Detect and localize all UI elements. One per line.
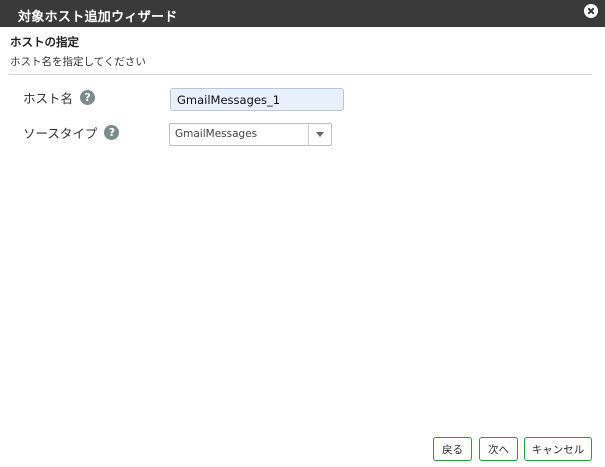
source-type-label-row: ソースタイプ ? bbox=[23, 123, 120, 142]
cancel-button[interactable]: キャンセル bbox=[524, 437, 592, 461]
host-name-label-row: ホスト名 ? bbox=[23, 88, 96, 107]
dialog-title: 対象ホスト追加ウィザード bbox=[18, 10, 178, 25]
host-name-label: ホスト名 bbox=[23, 91, 74, 106]
close-icon[interactable] bbox=[584, 4, 598, 18]
source-type-label: ソースタイプ bbox=[23, 126, 98, 141]
source-type-select[interactable]: GmailMessages bbox=[169, 123, 332, 146]
section-description: ホスト名を指定してください bbox=[10, 56, 146, 68]
section-title: ホストの指定 bbox=[10, 35, 79, 49]
source-type-help-icon[interactable]: ? bbox=[104, 125, 120, 140]
chevron-down-icon[interactable] bbox=[308, 124, 331, 145]
next-button[interactable]: 次へ bbox=[479, 437, 518, 461]
source-type-selected-value: GmailMessages bbox=[175, 128, 258, 140]
back-button[interactable]: 戻る bbox=[433, 437, 472, 461]
host-name-input[interactable] bbox=[170, 88, 344, 111]
host-name-help-icon[interactable]: ? bbox=[80, 90, 96, 105]
dialog-titlebar: 対象ホスト追加ウィザード bbox=[0, 0, 605, 27]
section-divider bbox=[9, 74, 592, 75]
